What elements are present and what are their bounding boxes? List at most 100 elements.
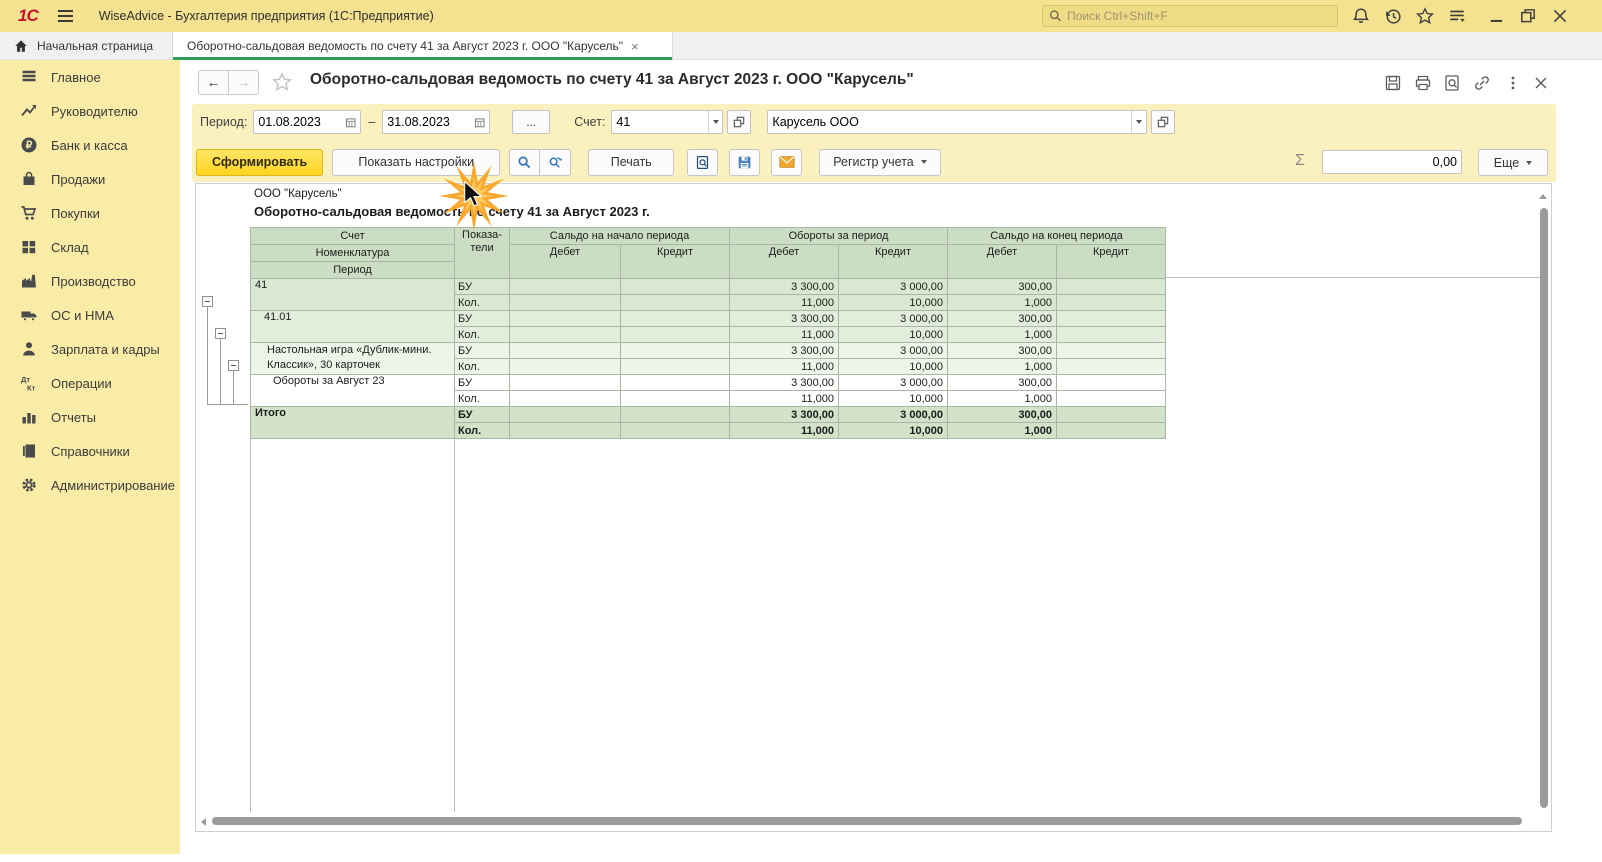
restore-icon[interactable]	[1519, 7, 1537, 25]
search-input[interactable]	[1067, 9, 1331, 23]
cell[interactable]	[1057, 423, 1166, 439]
sidebar-item-proizvodstvo[interactable]: Производство	[0, 264, 180, 298]
period-options-button[interactable]: ...	[512, 110, 550, 134]
close-window-icon[interactable]	[1551, 7, 1569, 25]
cell[interactable]	[621, 375, 730, 391]
cell[interactable]	[510, 391, 621, 407]
cell[interactable]: 3 000,00	[839, 311, 948, 327]
cell[interactable]: 3 000,00	[839, 343, 948, 359]
cell[interactable]: БУ	[455, 375, 510, 391]
bell-icon[interactable]	[1352, 7, 1370, 25]
cell[interactable]: 3 300,00	[730, 343, 839, 359]
cell[interactable]	[1057, 375, 1166, 391]
cell[interactable]	[621, 343, 730, 359]
cell[interactable]: 3 300,00	[730, 279, 839, 295]
cell[interactable]	[1057, 295, 1166, 311]
sidebar-item-zarplata[interactable]: Зарплата и кадры	[0, 332, 180, 366]
cell[interactable]	[1057, 327, 1166, 343]
print-icon[interactable]	[1414, 74, 1432, 92]
minimize-icon[interactable]	[1488, 7, 1506, 25]
sidebar-item-os-nma[interactable]: ОС и НМА	[0, 298, 180, 332]
tab-home[interactable]: Начальная страница	[0, 32, 173, 60]
cell[interactable]: 10,000	[839, 359, 948, 375]
cell[interactable]	[621, 423, 730, 439]
cell[interactable]: 10,000	[839, 295, 948, 311]
nomenclature-cell[interactable]: Настольная игра «Дублик-мини. Классик», …	[251, 343, 455, 375]
find-button[interactable]	[509, 149, 540, 176]
cell[interactable]: 1,000	[948, 295, 1057, 311]
save-icon[interactable]	[1384, 74, 1402, 92]
organization-open-button[interactable]	[1151, 110, 1175, 134]
cell[interactable]: Кол.	[455, 295, 510, 311]
cell[interactable]: 3 300,00	[730, 375, 839, 391]
cell[interactable]: 3 300,00	[730, 407, 839, 423]
more-dots-icon[interactable]	[1504, 74, 1522, 92]
account-dropdown[interactable]	[708, 111, 722, 133]
organization-dropdown[interactable]	[1131, 111, 1146, 133]
date-to-input[interactable]	[387, 115, 474, 129]
cell[interactable]	[1057, 359, 1166, 375]
date-from-input[interactable]	[258, 115, 345, 129]
close-report-icon[interactable]	[1532, 74, 1550, 92]
cell[interactable]: 11,000	[730, 423, 839, 439]
cell[interactable]: 1,000	[948, 359, 1057, 375]
cell[interactable]: 11,000	[730, 359, 839, 375]
favorite-star-icon[interactable]	[272, 72, 292, 92]
save-result-button[interactable]	[729, 149, 760, 176]
cell[interactable]	[621, 407, 730, 423]
preview-icon[interactable]	[1443, 74, 1461, 92]
sidebar-item-pokupki[interactable]: Покупки	[0, 196, 180, 230]
date-to-field[interactable]	[382, 110, 490, 134]
cell[interactable]: 3 300,00	[730, 311, 839, 327]
cell[interactable]	[510, 375, 621, 391]
cell[interactable]: 10,000	[839, 327, 948, 343]
cell[interactable]: 10,000	[839, 391, 948, 407]
cell[interactable]	[510, 295, 621, 311]
cell[interactable]	[510, 407, 621, 423]
sidebar-item-sklad[interactable]: Склад	[0, 230, 180, 264]
star-icon[interactable]	[1416, 7, 1434, 25]
cell[interactable]: 300,00	[948, 375, 1057, 391]
cell[interactable]: 1,000	[948, 391, 1057, 407]
cell[interactable]	[621, 311, 730, 327]
cell[interactable]	[510, 327, 621, 343]
cell[interactable]: 3 000,00	[839, 279, 948, 295]
calendar-icon[interactable]	[474, 116, 485, 129]
cell[interactable]	[621, 391, 730, 407]
scroll-left-arrow-icon[interactable]	[201, 818, 206, 826]
cell[interactable]: 11,000	[730, 295, 839, 311]
account-group-cell[interactable]: 41.01	[251, 311, 455, 343]
cell[interactable]	[621, 327, 730, 343]
organization-field[interactable]	[767, 110, 1147, 134]
horizontal-scrollbar[interactable]	[212, 817, 1522, 825]
global-search[interactable]	[1042, 5, 1338, 27]
cell[interactable]: 11,000	[730, 391, 839, 407]
sidebar-item-spravochniki[interactable]: Справочники	[0, 434, 180, 468]
collapse-group-icon[interactable]	[202, 296, 213, 307]
cell[interactable]: 300,00	[948, 343, 1057, 359]
register-button[interactable]: Регистр учета	[819, 149, 941, 176]
tab-close-icon[interactable]: ×	[631, 39, 639, 54]
cell[interactable]	[1057, 279, 1166, 295]
sidebar-item-glavnoe[interactable]: Главное	[0, 60, 180, 94]
cell[interactable]: 300,00	[948, 407, 1057, 423]
sidebar-item-rukovoditelyu[interactable]: Руководителю	[0, 94, 180, 128]
send-mail-button[interactable]	[771, 149, 802, 176]
cell[interactable]: Кол.	[455, 423, 510, 439]
cell[interactable]: 300,00	[948, 279, 1057, 295]
cell[interactable]	[510, 423, 621, 439]
forward-button[interactable]: →	[228, 70, 259, 95]
cell[interactable]: 3 000,00	[839, 407, 948, 423]
cell[interactable]: Кол.	[455, 359, 510, 375]
total-cell[interactable]: Итого	[251, 407, 455, 439]
main-menu-icon[interactable]	[58, 10, 73, 22]
sum-input[interactable]	[1327, 155, 1457, 169]
cell[interactable]	[510, 343, 621, 359]
history-icon[interactable]	[1384, 7, 1402, 25]
cell[interactable]: БУ	[455, 343, 510, 359]
back-button[interactable]: ←	[198, 70, 229, 95]
organization-input[interactable]	[772, 115, 1131, 129]
sidebar-item-prodazhi[interactable]: Продажи	[0, 162, 180, 196]
cell[interactable]	[621, 359, 730, 375]
cell[interactable]: 10,000	[839, 423, 948, 439]
